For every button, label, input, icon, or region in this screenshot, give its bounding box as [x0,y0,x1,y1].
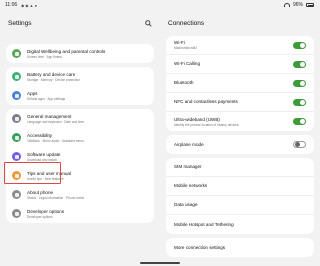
settings-item-general-management[interactable]: General management Language and keyboard… [6,109,154,128]
settings-group-wellbeing: Digital Wellbeing and parental controls … [6,44,154,63]
item-subtitle: Status · Legal information · Phone name [27,195,85,200]
settings-group-device: Battery and device care Storage · Memory… [6,67,154,105]
uwb-toggle[interactable] [293,118,306,125]
software-update-icon [12,152,21,161]
general-management-icon [12,114,21,123]
software-update-highlight [4,162,61,184]
row-wifi[interactable]: Wi-Fi Madhumita wifi2 [166,36,314,55]
airplane-mode-toggle[interactable] [293,141,306,148]
connections-pane: Connections Wi-Fi Madhumita wifi2 Wi-Fi … [160,10,320,266]
item-subtitle: TalkBack · Mono audio · Assistant menu [27,138,84,143]
row-title: Bluetooth [174,80,194,85]
settings-title: Settings [8,19,32,27]
item-subtitle: Download and install [27,157,57,162]
row-mobile-networks[interactable]: Mobile networks [166,177,314,196]
row-nfc[interactable]: NFC and contactless payments [166,93,314,112]
settings-pane: Settings Digital Wellbeing and parental … [0,10,160,266]
row-airplane-mode[interactable]: Airplane mode [166,135,314,154]
item-subtitle: Storage · Memory · Device protection [27,77,80,82]
settings-item-battery-device-care[interactable]: Battery and device care Storage · Memory… [6,67,154,86]
home-gesture-handle[interactable] [140,261,180,264]
row-bluetooth[interactable]: Bluetooth [166,74,314,93]
nfc-toggle[interactable] [293,98,306,106]
row-wifi-calling[interactable]: Wi-Fi Calling [166,55,314,74]
about-phone-icon [12,190,21,199]
item-subtitle: Developer options [27,214,53,219]
connections-group-radios: Wi-Fi Madhumita wifi2 Wi-Fi Calling Blue… [166,36,314,131]
wellbeing-icon [12,49,21,58]
connections-group-airplane: Airplane mode [166,135,314,154]
wifi-status-icon [283,3,290,7]
search-button[interactable] [143,18,153,28]
row-subtitle: Madhumita wifi2 [174,46,198,50]
navigation-bar [0,259,320,266]
row-title: More connection settings [174,244,226,250]
row-title: Mobile Hotspot and Tethering [174,221,234,227]
row-sim-manager[interactable]: SIM manager [166,158,314,177]
status-bar: 11:06 ◆ ◆ ▲ ● 96% [0,0,320,10]
wifi-toggle[interactable] [293,41,306,49]
settings-item-digital-wellbeing[interactable]: Digital Wellbeing and parental controls … [6,44,154,63]
row-uwb[interactable]: Ultra-wideband (UWB) Identify the precis… [166,112,314,131]
row-hotspot-tethering[interactable]: Mobile Hotspot and Tethering [166,215,314,234]
notification-icons: ◆ ◆ ▲ ● [21,2,38,8]
row-title: Wi-Fi Calling [174,61,201,66]
accessibility-icon [12,133,21,142]
row-title: Mobile networks [174,183,208,188]
row-title: Data usage [174,202,198,207]
item-subtitle: Language and keyboard · Date and time [27,119,85,124]
settings-item-apps[interactable]: Apps Default apps · App settings [6,86,154,105]
battery-icon [306,3,314,7]
battery-care-icon [12,72,21,81]
connections-title: Connections [168,19,205,27]
item-subtitle: Default apps · App settings [27,96,66,101]
row-title: SIM manager [174,164,202,169]
wifi-calling-toggle[interactable] [293,60,306,68]
row-data-usage[interactable]: Data usage [166,196,314,215]
row-subtitle: Identify the precise location of nearby … [174,122,240,127]
connections-group-more: More connection settings [166,238,314,257]
apps-icon [12,91,21,100]
connections-group-network: SIM manager Mobile networks Data usage M… [166,158,314,234]
item-subtitle: Screen time · App timers [27,54,62,59]
developer-options-icon [12,209,21,218]
battery-percent: 96% [292,2,303,8]
search-icon [144,19,152,27]
bluetooth-toggle[interactable] [293,79,306,87]
row-title: NFC and contactless payments [174,99,238,104]
status-time: 11:06 [5,2,18,8]
row-title: Airplane mode [174,141,204,147]
row-more-connection-settings[interactable]: More connection settings [166,238,314,257]
settings-item-developer-options[interactable]: Developer options Developer options [6,204,154,223]
settings-item-about-phone[interactable]: About phone Status · Legal information ·… [6,185,154,204]
settings-item-accessibility[interactable]: Accessibility TalkBack · Mono audio · As… [6,128,154,147]
